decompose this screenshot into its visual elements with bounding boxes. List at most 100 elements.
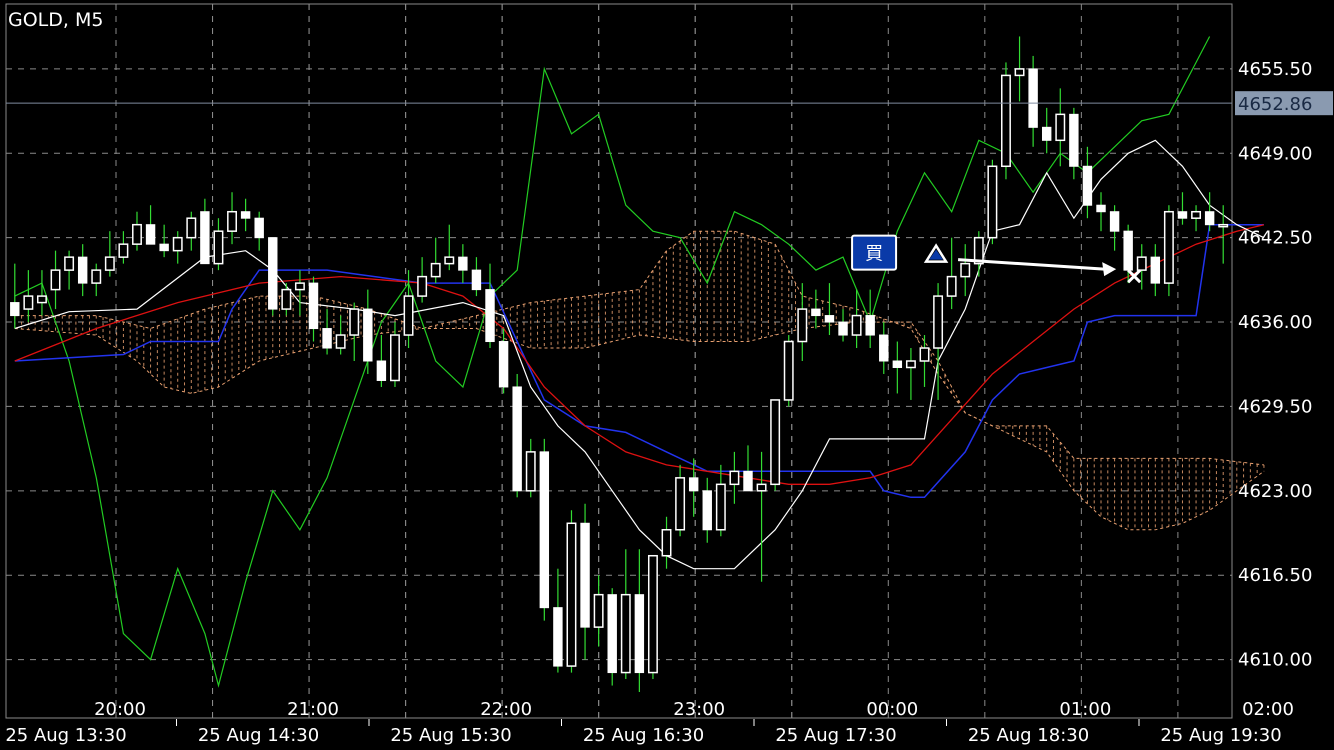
x-date-label: 25 Aug 15:30 (390, 725, 511, 746)
candle-body-bull (417, 275, 428, 297)
candle-body-bear (240, 211, 251, 219)
candle-body-bear (1041, 126, 1052, 141)
candle-body-bear (376, 360, 387, 381)
candle-body-bull (1163, 210, 1174, 284)
candle-body-bull (797, 308, 808, 343)
candle-body-bear (200, 211, 210, 265)
x-date-label: 25 Aug 18:30 (968, 725, 1089, 746)
candle-body-bear (634, 594, 645, 674)
candle-body-bull (946, 275, 957, 297)
x-date-label: 25 Aug 17:30 (775, 725, 896, 746)
candle-body-bull (50, 269, 61, 291)
chart-title: GOLD, M5 (8, 9, 104, 31)
candle-body-bear (1069, 113, 1079, 167)
candle-body-bull (403, 295, 414, 336)
candle-body-bear (363, 308, 373, 362)
candle-body-bull (933, 295, 944, 349)
candle-body-bull (349, 308, 360, 336)
candle-body-bull (118, 243, 129, 258)
candle-body-bull (715, 483, 726, 531)
candle-body-bull (770, 399, 781, 486)
x-time-label: 00:00 (866, 699, 918, 720)
y-tick-label: 4636.00 (1238, 312, 1312, 333)
candle-body-bull (960, 262, 971, 278)
candle-body-bull (851, 314, 862, 336)
candle-body-bear (539, 451, 550, 609)
x-date-label: 25 Aug 14:30 (198, 725, 319, 746)
buy-badge-label: 買 (865, 244, 883, 265)
candle-body-bull (593, 593, 604, 628)
candle-body-bear (824, 315, 835, 323)
candle-body-bull (1014, 68, 1025, 77)
chart[interactable]: 4655.504649.004642.504636.004629.504623.… (0, 0, 1334, 750)
y-tick-label: 4649.00 (1238, 143, 1312, 164)
candle-body-bear (1096, 204, 1106, 213)
candle-body-bear (268, 237, 278, 310)
candle-body-bull (430, 262, 441, 278)
candle-body-bear (145, 224, 156, 245)
candle-body-bull (132, 223, 142, 245)
candle-body-bear (1150, 256, 1161, 284)
x-time-label: 02:00 (1242, 699, 1294, 720)
candle-body-bull (172, 236, 183, 252)
candle-body-bull (1055, 113, 1066, 142)
candle-body-bear (688, 477, 699, 492)
candle-body-bear (308, 282, 319, 330)
candle-body-bull (566, 522, 577, 667)
candle-body-bull (783, 340, 794, 401)
x-time-label: 23:00 (673, 699, 725, 720)
candle-body-bull (525, 451, 536, 492)
candle-body-bull (905, 360, 916, 369)
candle-body-bear (498, 341, 509, 388)
candle-body-bull (756, 483, 767, 492)
x-time-label: 21:00 (287, 699, 339, 720)
candle-body-bear (838, 321, 848, 336)
x-date-label: 25 Aug 16:30 (583, 725, 704, 746)
candle-body-bear (10, 302, 20, 317)
candle-body-bear (1177, 211, 1188, 219)
candle-body-bull (213, 230, 224, 265)
candle-body-bull (335, 334, 346, 349)
x-time-label: 20:00 (94, 699, 146, 720)
candle-body-bear (1204, 211, 1215, 226)
candle-body-bear (458, 256, 468, 271)
candle-body-bear (607, 594, 617, 674)
candle-body-bull (294, 282, 305, 291)
candle-body-bull (104, 256, 115, 271)
candle-body-bear (159, 243, 169, 252)
candle-body-bear (254, 217, 264, 239)
candle-body-bear (702, 490, 712, 531)
candle-body-bear (743, 470, 753, 492)
candle-body-bull (919, 347, 930, 362)
candle-body-bull (675, 477, 686, 531)
candle-body-bear (580, 522, 590, 628)
candle-body-bear (892, 360, 903, 368)
candle-body-bull (1001, 74, 1011, 168)
x-time-label: 01:00 (1059, 699, 1111, 720)
candle-body-bull (227, 210, 237, 232)
candle-body-bear (485, 289, 495, 343)
candle-body-bull (64, 256, 75, 271)
candle-body-bear (1082, 165, 1093, 206)
candle-body-bull (1191, 210, 1202, 219)
x-time-label: 22:00 (480, 699, 532, 720)
candle-body-bull (91, 269, 102, 284)
trade-arrow-head (1102, 262, 1117, 277)
candle-body-bear (865, 315, 875, 336)
candle-body-bull (444, 256, 455, 265)
x-date-label: 25 Aug 19:30 (1160, 725, 1281, 746)
candle-body-bull (987, 165, 998, 239)
candle-body-bear (553, 607, 563, 667)
plot-frame (5, 3, 1233, 719)
y-tick-label: 4610.00 (1238, 650, 1312, 671)
candle-body-bull (661, 529, 672, 557)
candle-body-bull (1218, 223, 1229, 228)
y-tick-label: 4623.00 (1238, 481, 1312, 502)
candle-body-bull (281, 288, 292, 310)
candle-body-bear (879, 334, 889, 362)
candle-body-bear (77, 256, 88, 284)
candle-body-bull (23, 295, 34, 310)
candle-body-bull (390, 334, 400, 382)
candle-body-bull (1136, 256, 1147, 271)
candle-body-bear (1109, 211, 1120, 232)
